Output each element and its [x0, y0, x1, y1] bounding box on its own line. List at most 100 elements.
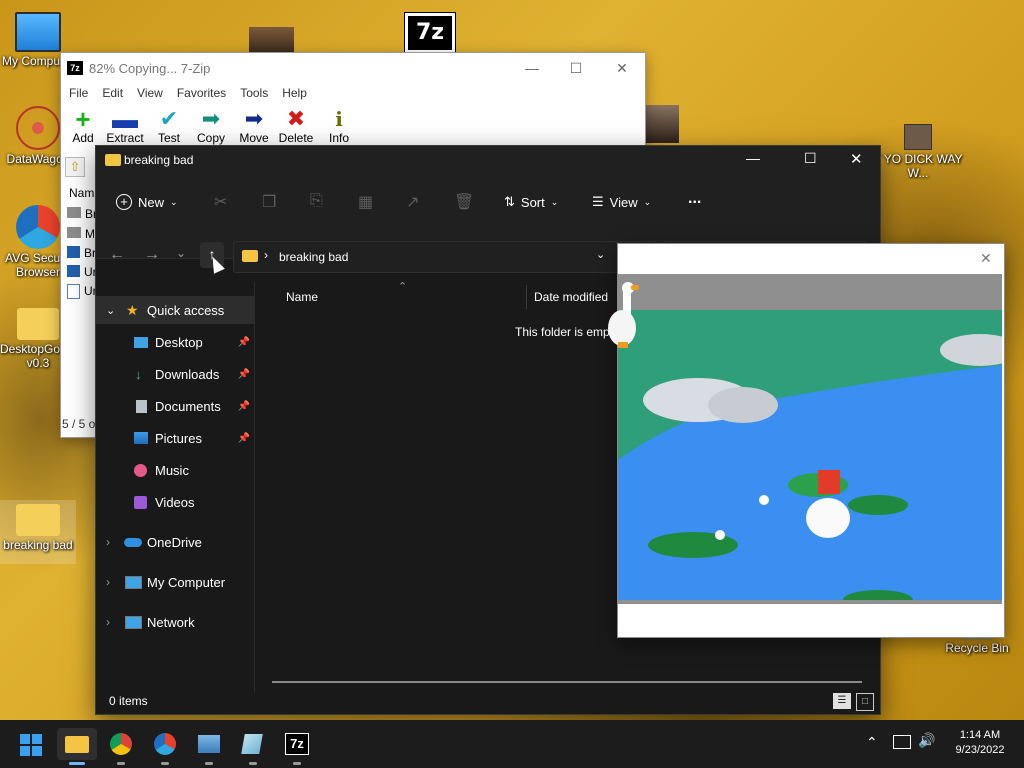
info-button[interactable]: i Info — [317, 107, 361, 145]
nav-item-music[interactable]: Music — [96, 456, 254, 484]
paste-icon[interactable]: ⎘ — [310, 192, 323, 210]
close-button[interactable]: ✕ — [599, 53, 645, 83]
running-indicator — [161, 762, 169, 765]
network-icon[interactable] — [893, 735, 911, 749]
column-header-date-modified[interactable]: Date modified — [534, 290, 608, 304]
add-button[interactable]: + Add — [61, 106, 105, 145]
taskbar: 7z ⌃ 🔊 1:14 AM 9/23/2022 — [0, 720, 1024, 768]
forward-arrow-icon[interactable]: → — [144, 246, 160, 264]
volume-icon[interactable]: 🔊 — [918, 732, 935, 749]
taskbar-photos[interactable] — [189, 728, 229, 765]
pane-divider[interactable] — [254, 282, 255, 692]
recent-chevron-icon[interactable]: ⌄ — [176, 246, 186, 260]
menu-tools[interactable]: Tools — [240, 86, 268, 100]
item-count: 0 items — [109, 694, 148, 708]
column-header-name[interactable]: Name — [286, 290, 318, 304]
explorer-title: breaking bad — [124, 153, 194, 167]
copy-icon[interactable]: ❐ — [262, 192, 276, 212]
rename-icon[interactable]: ▦ — [358, 192, 373, 212]
sevenzip-menubar: File Edit View Favorites Tools Help — [61, 83, 645, 103]
taskbar-notes[interactable] — [233, 728, 273, 765]
game-scene-image — [618, 310, 1002, 600]
view-button[interactable]: ☰ View ⌄ — [592, 194, 651, 210]
file-list-row[interactable]: Ur — [67, 265, 97, 279]
start-button[interactable] — [12, 728, 52, 760]
address-bar[interactable]: › breaking bad ⌄ — [233, 241, 619, 273]
photo-icon[interactable] — [643, 105, 679, 143]
video-frame[interactable] — [618, 274, 1002, 604]
delete-button[interactable]: ✖ Delete — [274, 107, 318, 146]
maximize-button[interactable]: ☐ — [553, 53, 599, 83]
file-list-row[interactable]: Br — [67, 207, 97, 221]
menu-file[interactable]: File — [69, 86, 88, 100]
video-popup-window[interactable]: ✕ — [617, 243, 1005, 638]
chevron-down-icon[interactable]: ⌄ — [596, 248, 605, 261]
nav-item-videos[interactable]: Videos — [96, 488, 254, 516]
cut-icon[interactable]: ✂ — [214, 192, 227, 212]
taskbar-avg-browser[interactable] — [145, 728, 185, 765]
back-arrow-icon[interactable]: ← — [109, 246, 125, 264]
file-list-row[interactable]: Ur — [67, 284, 97, 299]
nav-item-desktop[interactable]: Desktop 📌 — [96, 328, 254, 356]
delete-icon[interactable]: 🗑 — [454, 192, 474, 212]
move-button[interactable]: ➡ Move — [232, 107, 276, 146]
chevron-right-icon: › — [106, 575, 110, 589]
close-button[interactable]: ✕ — [980, 250, 992, 267]
file-list-row[interactable]: Br — [67, 246, 96, 260]
photo-icon[interactable] — [249, 27, 294, 53]
taskbar-chrome[interactable] — [101, 728, 141, 765]
chevron-up-icon[interactable]: ⌃ — [866, 734, 878, 751]
pictures-icon — [134, 432, 148, 444]
column-divider[interactable] — [526, 285, 527, 309]
sevenzip-desktop-logo[interactable]: 7z — [404, 12, 456, 54]
folder-icon — [242, 250, 258, 262]
pin-icon: 📌 — [237, 368, 250, 380]
extract-button[interactable]: ▬ Extract — [103, 104, 147, 145]
sort-button[interactable]: ⇅ Sort ⌄ — [504, 194, 558, 210]
nav-item-network[interactable]: › Network — [96, 608, 254, 636]
desktop-icon-label: T YO DICK WAY W... — [873, 152, 963, 180]
close-button[interactable]: ✕ — [850, 150, 863, 168]
menu-view[interactable]: View — [137, 86, 163, 100]
maximize-button[interactable]: ☐ — [804, 150, 817, 167]
info-icon: i — [335, 107, 343, 131]
nav-item-documents[interactable]: Documents 📌 — [96, 392, 254, 420]
taskbar-file-explorer[interactable] — [57, 728, 97, 765]
test-button[interactable]: ✔ Test — [147, 107, 191, 146]
goose-sprite[interactable] — [606, 282, 642, 352]
more-options-button[interactable]: ... — [688, 190, 701, 208]
avg-browser-icon — [154, 733, 176, 755]
nav-item-quick-access[interactable]: ⌄ ★ Quick access — [96, 296, 254, 324]
tiles-view-button[interactable]: □ — [856, 693, 874, 711]
nav-item-onedrive[interactable]: › OneDrive — [96, 528, 254, 556]
folder-icon — [105, 154, 121, 166]
share-icon[interactable]: ↗ — [406, 192, 419, 212]
taskbar-7zip[interactable]: 7z — [277, 728, 317, 765]
desktop-icon-yo-dick[interactable]: T YO DICK WAY W... — [868, 124, 968, 180]
new-button[interactable]: + New ⌄ — [116, 194, 178, 210]
menu-favorites[interactable]: Favorites — [177, 86, 226, 100]
menu-help[interactable]: Help — [282, 86, 307, 100]
minus-icon: ▬ — [112, 104, 138, 134]
desktop-icon-breaking-bad[interactable]: breaking bad — [0, 500, 76, 564]
minimize-button[interactable]: — — [509, 53, 555, 83]
network-icon — [125, 615, 142, 629]
toolbar-label: Extract — [106, 131, 144, 145]
nav-item-downloads[interactable]: ↓ Downloads 📌 — [96, 360, 254, 388]
chevron-down-icon: ⌄ — [106, 304, 116, 317]
details-view-button[interactable]: ☰ — [833, 693, 851, 709]
nav-item-my-computer[interactable]: › My Computer — [96, 568, 254, 596]
clock[interactable]: 1:14 AM 9/23/2022 — [944, 728, 1016, 758]
nav-item-pictures[interactable]: Pictures 📌 — [96, 424, 254, 452]
breadcrumb[interactable]: breaking bad — [279, 250, 348, 264]
file-list-row[interactable]: M — [67, 227, 95, 241]
pin-icon: 📌 — [237, 432, 250, 444]
minimize-button[interactable]: — — [746, 150, 760, 166]
menu-edit[interactable]: Edit — [102, 86, 123, 100]
explorer-titlebar[interactable]: breaking bad — ☐ ✕ — [96, 146, 880, 176]
horizontal-scrollbar[interactable] — [272, 681, 862, 683]
copy-button[interactable]: ➡ Copy — [189, 107, 233, 146]
up-folder-button[interactable]: ⇧ — [65, 157, 85, 177]
file-list-header[interactable]: Nam — [69, 186, 94, 200]
toolbar-label: Move — [239, 131, 269, 145]
